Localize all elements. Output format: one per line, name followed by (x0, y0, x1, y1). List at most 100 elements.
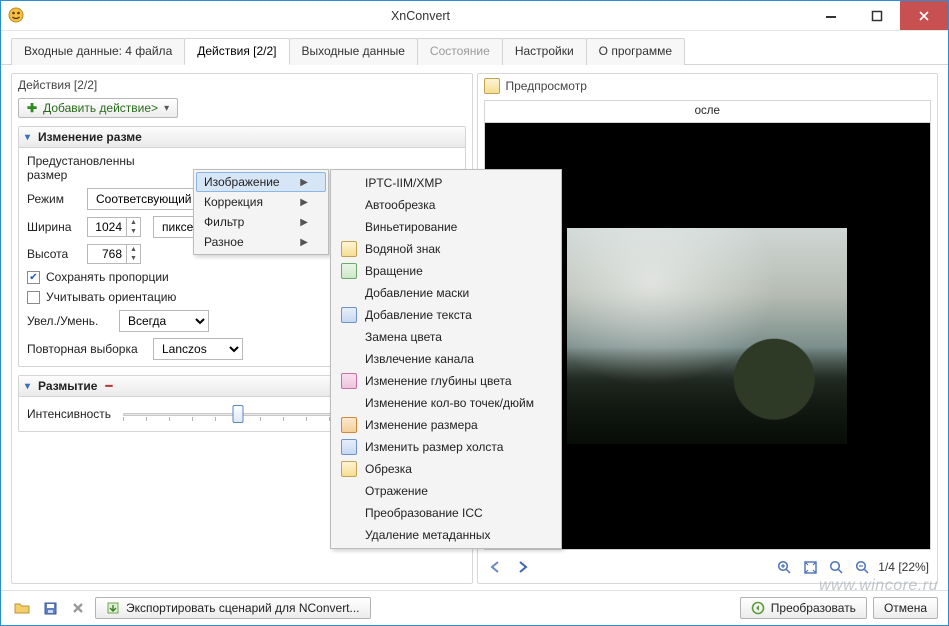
height-label: Высота (27, 247, 79, 261)
close-button[interactable] (900, 1, 948, 30)
menu-item-label: IPTC-IIM/XMP (365, 176, 442, 190)
caret-down-icon: ▾ (25, 381, 30, 392)
menu-item-label: Извлечение канала (365, 352, 474, 366)
submenu-arrow-icon: ▶ (300, 217, 308, 228)
scale-select[interactable]: Всегда (119, 310, 209, 332)
submenu-item[interactable]: Удаление метаданных (333, 524, 559, 546)
menu-item-icon (341, 241, 357, 257)
scale-label: Увел./Умень. (27, 314, 111, 328)
menu-item-label: Добавление текста (365, 308, 472, 322)
submenu-item[interactable]: Обрезка (333, 458, 559, 480)
menu-item-label: Изменение размера (365, 418, 478, 432)
convert-button[interactable]: Преобразовать (740, 597, 867, 619)
submenu-item[interactable]: Добавление маски (333, 282, 559, 304)
submenu-item[interactable]: Вращение (333, 260, 559, 282)
menu-item-label: Удаление метаданных (365, 528, 491, 542)
slider-thumb[interactable] (233, 405, 244, 423)
preview-tab-after[interactable]: осле (484, 100, 932, 122)
preview-title: Предпросмотр (506, 79, 587, 93)
tab-output[interactable]: Выходные данные (289, 38, 418, 65)
submenu-item[interactable]: Изменить размер холста (333, 436, 559, 458)
tab-actions[interactable]: Действия [2/2] (184, 38, 289, 65)
tab-settings[interactable]: Настройки (502, 38, 587, 65)
next-image-button[interactable] (512, 557, 532, 577)
submenu-item[interactable]: IPTC-IIM/XMP (333, 172, 559, 194)
open-folder-button[interactable] (11, 597, 33, 619)
main-tabs: Входные данные: 4 файла Действия [2/2] В… (1, 31, 948, 65)
window-title: XnConvert (33, 9, 808, 23)
minimize-button[interactable] (808, 1, 854, 30)
convert-icon (751, 601, 765, 615)
menu-item-label: Водяной знак (365, 242, 440, 256)
menu-correction[interactable]: Коррекция▶ (196, 192, 326, 212)
menu-item-label: Изменение глубины цвета (365, 374, 512, 388)
tab-status[interactable]: Состояние (417, 38, 503, 65)
checkbox-icon: ✔ (27, 271, 40, 284)
submenu-item[interactable]: Виньетирование (333, 216, 559, 238)
add-action-menu: Изображение▶ Коррекция▶ Фильтр▶ Разное▶ (193, 169, 329, 255)
submenu-item[interactable]: Замена цвета (333, 326, 559, 348)
width-input[interactable] (88, 218, 126, 236)
submenu-item[interactable]: Изменение размера (333, 414, 559, 436)
preset-label: Предустановленны размер (27, 154, 155, 182)
tab-input[interactable]: Входные данные: 4 файла (11, 38, 185, 65)
export-label: Экспортировать сценарий для NConvert... (126, 601, 360, 615)
remove-icon[interactable]: ━ (105, 379, 112, 393)
zoom-out-button[interactable] (852, 557, 872, 577)
submenu-item[interactable]: Изменение глубины цвета (333, 370, 559, 392)
submenu-item[interactable]: Отражение (333, 480, 559, 502)
preview-image (567, 228, 847, 444)
intensity-slider[interactable] (123, 403, 353, 425)
intensity-label: Интенсивность (27, 407, 115, 421)
cancel-button[interactable]: Отмена (873, 597, 938, 619)
image-submenu: IPTC-IIM/XMP Автообрезка Виньетирование Вод… (330, 169, 562, 549)
menu-item-label: Изменить размер холста (365, 440, 503, 454)
prev-image-button[interactable] (486, 557, 506, 577)
menu-item-label: Обрезка (365, 462, 412, 476)
export-nconvert-button[interactable]: Экспортировать сценарий для NConvert... (95, 597, 371, 619)
menu-item-icon (341, 461, 357, 477)
submenu-arrow-icon: ▶ (300, 237, 308, 248)
delete-button[interactable] (67, 597, 89, 619)
maximize-button[interactable] (854, 1, 900, 30)
menu-filter[interactable]: Фильтр▶ (196, 212, 326, 232)
export-icon (106, 601, 120, 615)
submenu-item[interactable]: Автообрезка (333, 194, 559, 216)
submenu-item[interactable]: Извлечение канала (333, 348, 559, 370)
preview-toolbar: 1/4 [22%] (478, 554, 938, 583)
app-icon (7, 6, 27, 26)
titlebar: XnConvert (1, 1, 948, 31)
section-resize-header[interactable]: ▾ Изменение разме (19, 127, 465, 148)
caret-down-icon: ▾ (25, 132, 30, 143)
menu-item-icon (341, 263, 357, 279)
convert-label: Преобразовать (771, 601, 856, 615)
menu-item-icon (341, 373, 357, 389)
menu-item-icon (341, 417, 357, 433)
zoom-actual-button[interactable] (826, 557, 846, 577)
width-spinner[interactable]: ▲▼ (87, 217, 141, 237)
tab-about[interactable]: О программе (586, 38, 685, 65)
menu-item-label: Автообрезка (365, 198, 435, 212)
height-spinner[interactable]: ▲▼ (87, 244, 141, 264)
menu-item-label: Отражение (365, 484, 428, 498)
resample-select[interactable]: Lanczos (153, 338, 243, 360)
submenu-item[interactable]: Преобразование ICC (333, 502, 559, 524)
zoom-in-button[interactable] (774, 557, 794, 577)
width-label: Ширина (27, 220, 79, 234)
submenu-item[interactable]: Изменение кол-во точек/дюйм (333, 392, 559, 414)
add-action-button[interactable]: ✚ Добавить действие> ▾ (18, 98, 178, 118)
menu-item-icon (341, 307, 357, 323)
submenu-item[interactable]: Добавление текста (333, 304, 559, 326)
submenu-arrow-icon: ▶ (300, 177, 308, 188)
height-input[interactable] (88, 245, 126, 263)
save-button[interactable] (39, 597, 61, 619)
menu-item-label: Добавление маски (365, 286, 469, 300)
menu-item-label: Вращение (365, 264, 423, 278)
submenu-item[interactable]: Водяной знак (333, 238, 559, 260)
fit-screen-button[interactable] (800, 557, 820, 577)
keep-ratio-label: Сохранять пропорции (46, 270, 169, 284)
menu-misc[interactable]: Разное▶ (196, 232, 326, 252)
menu-image[interactable]: Изображение▶ (196, 172, 326, 192)
footer: Экспортировать сценарий для NConvert... … (1, 590, 948, 625)
menu-item-label: Изменение кол-во точек/дюйм (365, 396, 534, 410)
